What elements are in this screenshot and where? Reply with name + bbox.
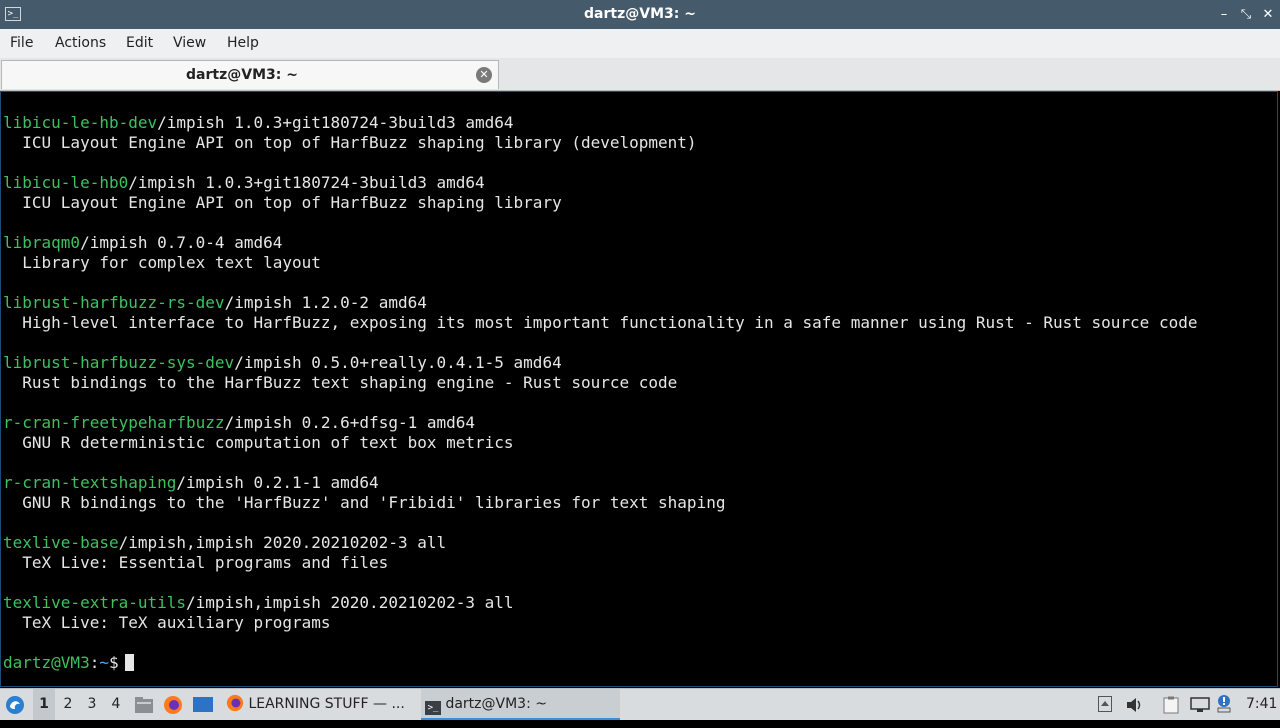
firefox-icon[interactable] (163, 689, 185, 720)
tab-close-icon[interactable]: ✕ (476, 67, 492, 83)
terminal-line: TeX Live: Essential programs and files (3, 553, 388, 573)
window-title: dartz@VM3: ~ (584, 6, 696, 22)
line-text: TeX Live: TeX auxiliary programs (3, 613, 331, 632)
window-titlebar[interactable]: >_ dartz@VM3: ~ – ⤡ ✕ (0, 0, 1280, 29)
package-name: texlive-base (3, 533, 119, 552)
menu-edit[interactable]: Edit (126, 29, 153, 58)
clipboard-icon[interactable] (1163, 689, 1183, 720)
package-name: libraqm0 (3, 233, 81, 252)
line-text: /impish 0.5.0+really.0.4.1-5 amd64 (234, 353, 562, 372)
package-name: libicu-le-hb-dev (3, 113, 158, 132)
package-name: librust-harfbuzz-rs-dev (3, 293, 225, 312)
workspace-1[interactable]: 1 (33, 689, 55, 720)
start-menu-icon[interactable] (4, 689, 28, 720)
package-name: r-cran-textshaping (3, 473, 177, 492)
task-label: dartz@VM3: ~ (445, 696, 547, 712)
terminal-line: texlive-extra-utils/impish,impish 2020.2… (3, 593, 514, 613)
maximize-button[interactable]: ⤡ (1235, 0, 1257, 29)
prompt-line: dartz@VM3:~$ (3, 653, 134, 673)
prompt-path: ~ (99, 653, 109, 672)
line-text: Library for complex text layout (3, 253, 321, 272)
minimize-button[interactable]: – (1213, 0, 1235, 29)
line-text: Rust bindings to the HarfBuzz text shapi… (3, 373, 678, 392)
package-name: texlive-extra-utils (3, 593, 187, 612)
notification-icon[interactable] (1216, 689, 1236, 720)
package-name: libicu-le-hb0 (3, 173, 129, 192)
line-text: GNU R bindings to the 'HarfBuzz' and 'Fr… (3, 493, 726, 512)
tray-arrow-icon[interactable] (1098, 689, 1116, 720)
tab-label: dartz@VM3: ~ (186, 67, 298, 83)
line-text: /impish 1.2.0-2 amd64 (224, 293, 427, 312)
line-text: /impish 0.2.6+dfsg-1 amd64 (224, 413, 476, 432)
menubar: File Actions Edit View Help (0, 29, 1280, 59)
terminal-line: librust-harfbuzz-sys-dev/impish 0.5.0+re… (3, 353, 562, 373)
line-text: ICU Layout Engine API on top of HarfBuzz… (3, 193, 562, 212)
line-text: /impish 1.0.3+git180724-3build3 amd64 (128, 173, 485, 192)
terminal-line: texlive-base/impish,impish 2020.20210202… (3, 533, 446, 553)
network-icon[interactable] (1190, 689, 1212, 720)
file-manager-icon[interactable] (134, 689, 156, 720)
task-learning-stuff[interactable]: LEARNING STUFF — ... (222, 689, 416, 720)
line-text: GNU R deterministic computation of text … (3, 433, 514, 452)
terminal-line: ICU Layout Engine API on top of HarfBuzz… (3, 193, 562, 213)
prompt-separator: : (89, 653, 100, 672)
terminal-line: librust-harfbuzz-rs-dev/impish 1.2.0-2 a… (3, 293, 427, 313)
terminal-line: GNU R bindings to the 'HarfBuzz' and 'Fr… (3, 493, 725, 513)
tab-bar: dartz@VM3: ~ ✕ (0, 58, 1280, 91)
line-text: /impish,impish 2020.20210202-3 all (118, 533, 447, 552)
menu-actions[interactable]: Actions (55, 29, 106, 58)
package-name: r-cran-freetypeharfbuzz (3, 413, 225, 432)
terminal-line: libicu-le-hb-dev/impish 1.0.3+git180724-… (3, 113, 514, 133)
workspace-3[interactable]: 3 (81, 689, 103, 720)
terminal-line: libraqm0/impish 0.7.0-4 amd64 (3, 233, 282, 253)
terminal-line: Rust bindings to the HarfBuzz text shapi… (3, 373, 677, 393)
prompt-symbol: $ (108, 653, 119, 672)
menu-help[interactable]: Help (227, 29, 259, 58)
close-window-button[interactable]: ✕ (1257, 0, 1279, 29)
line-text: ICU Layout Engine API on top of HarfBuzz… (3, 133, 697, 152)
menu-file[interactable]: File (10, 29, 33, 58)
terminal-task-icon: >_ (425, 701, 441, 715)
terminal-output[interactable]: libicu-le-hb-dev/impish 1.0.3+git180724-… (0, 91, 1278, 687)
task-terminal[interactable]: >_ dartz@VM3: ~ (421, 689, 620, 720)
line-text: /impish 0.2.1-1 amd64 (176, 473, 379, 492)
terminal-line: GNU R deterministic computation of text … (3, 433, 514, 453)
volume-icon[interactable] (1126, 689, 1146, 720)
menu-view[interactable]: View (173, 29, 206, 58)
clock[interactable]: 7:41 (1246, 689, 1277, 720)
terminal-line: High-level interface to HarfBuzz, exposi… (3, 313, 1197, 333)
line-text: /impish 1.0.3+git180724-3build3 amd64 (157, 113, 514, 132)
taskbar: 1 2 3 4 LEARNING STUFF — ... >_ dartz@VM… (0, 688, 1280, 720)
tab-terminal[interactable]: dartz@VM3: ~ ✕ (1, 60, 499, 89)
line-text: TeX Live: Essential programs and files (3, 553, 389, 572)
terminal-line: ICU Layout Engine API on top of HarfBuzz… (3, 133, 697, 153)
terminal-line: r-cran-freetypeharfbuzz/impish 0.2.6+dfs… (3, 413, 475, 433)
show-desktop-icon[interactable] (192, 689, 216, 720)
line-text: High-level interface to HarfBuzz, exposi… (3, 313, 1198, 332)
terminal-line: r-cran-textshaping/impish 0.2.1-1 amd64 (3, 473, 379, 493)
text-cursor (124, 654, 134, 671)
line-text: /impish 0.7.0-4 amd64 (80, 233, 283, 252)
terminal-line: TeX Live: TeX auxiliary programs (3, 613, 331, 633)
prompt-user: dartz@VM3 (3, 653, 90, 672)
task-label: LEARNING STUFF — ... (248, 696, 405, 712)
line-text: /impish,impish 2020.20210202-3 all (186, 593, 514, 612)
terminal-line: Library for complex text layout (3, 253, 321, 273)
package-name: librust-harfbuzz-sys-dev (3, 353, 235, 372)
workspace-2[interactable]: 2 (57, 689, 79, 720)
terminal-line: libicu-le-hb0/impish 1.0.3+git180724-3bu… (3, 173, 485, 193)
workspace-4[interactable]: 4 (105, 689, 127, 720)
